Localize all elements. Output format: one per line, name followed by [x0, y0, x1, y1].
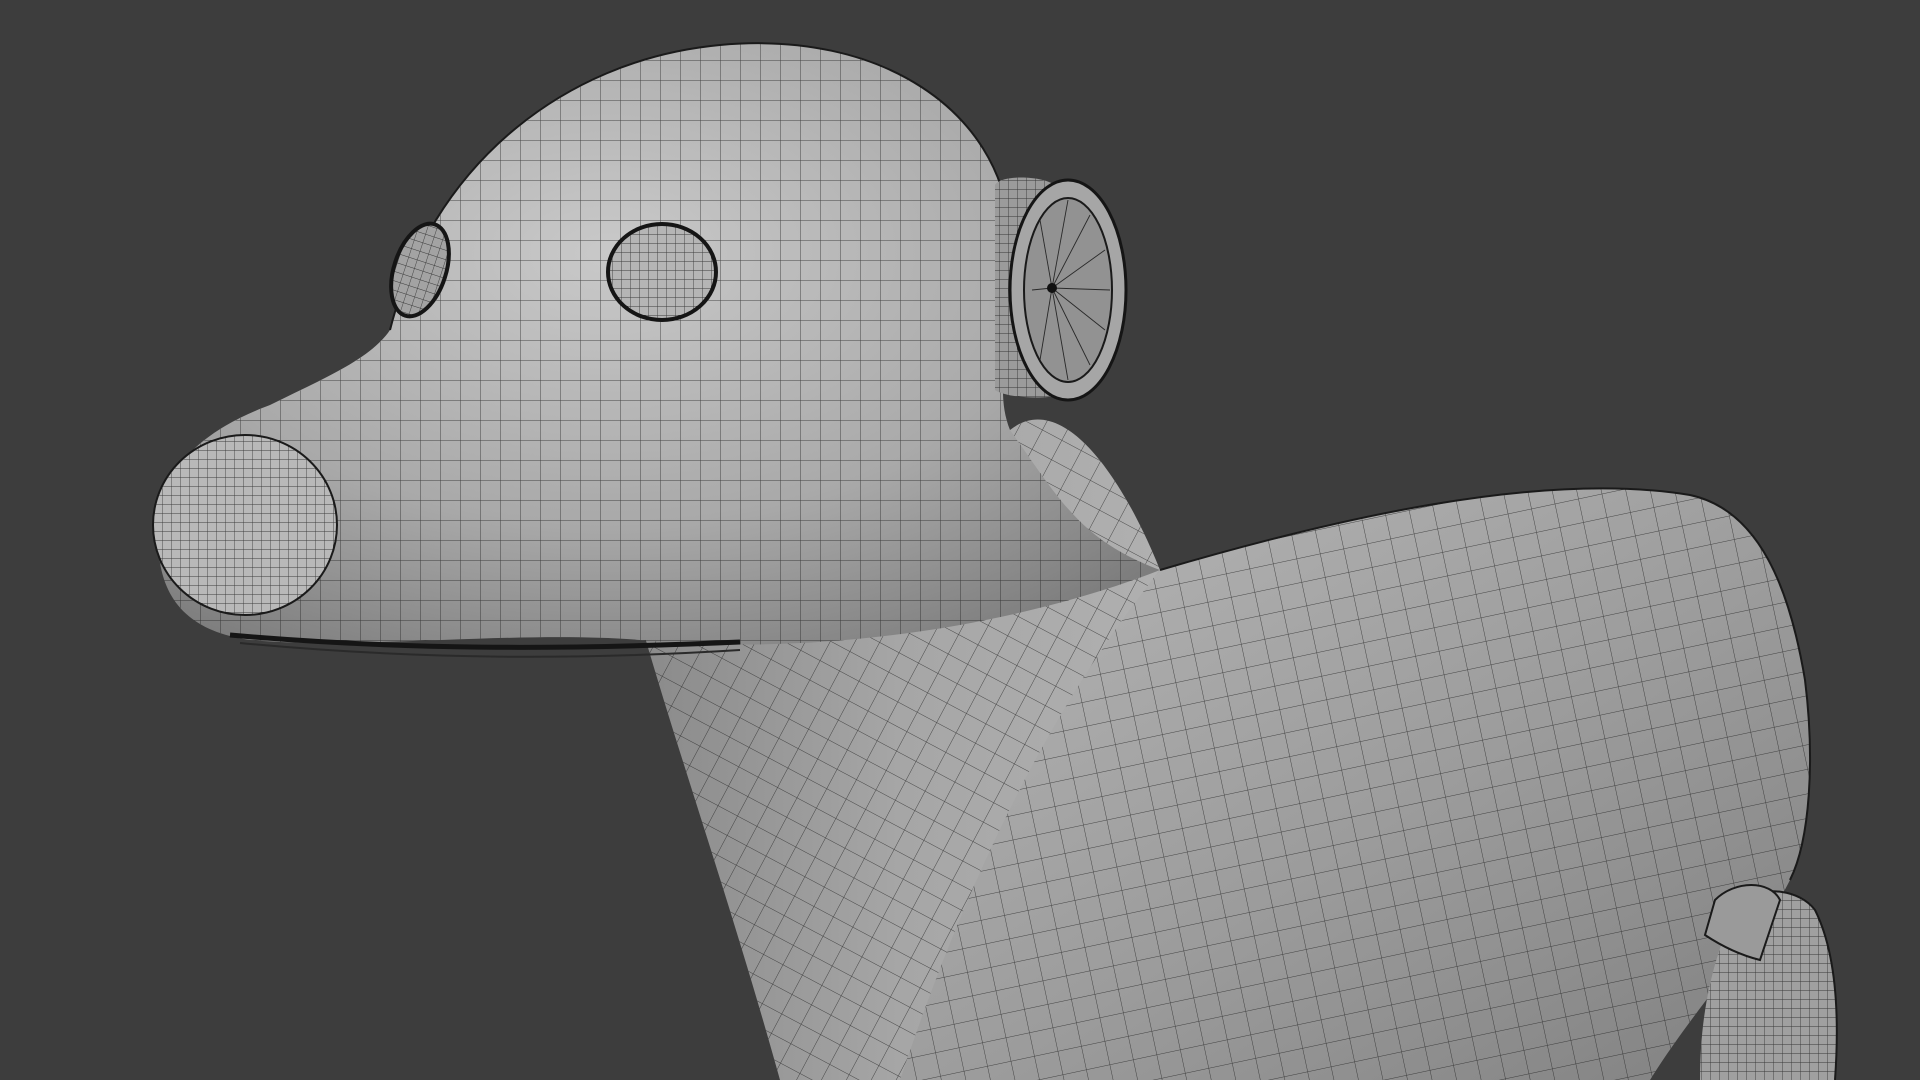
dog-front-leg[interactable] [1700, 884, 1838, 1080]
dog-ear-cylinder[interactable] [995, 177, 1128, 402]
dog-nose[interactable] [152, 434, 338, 616]
dog-eye-right[interactable] [606, 222, 718, 322]
viewport-scene[interactable] [0, 0, 1920, 1080]
3d-viewport[interactable] [0, 0, 1920, 1080]
